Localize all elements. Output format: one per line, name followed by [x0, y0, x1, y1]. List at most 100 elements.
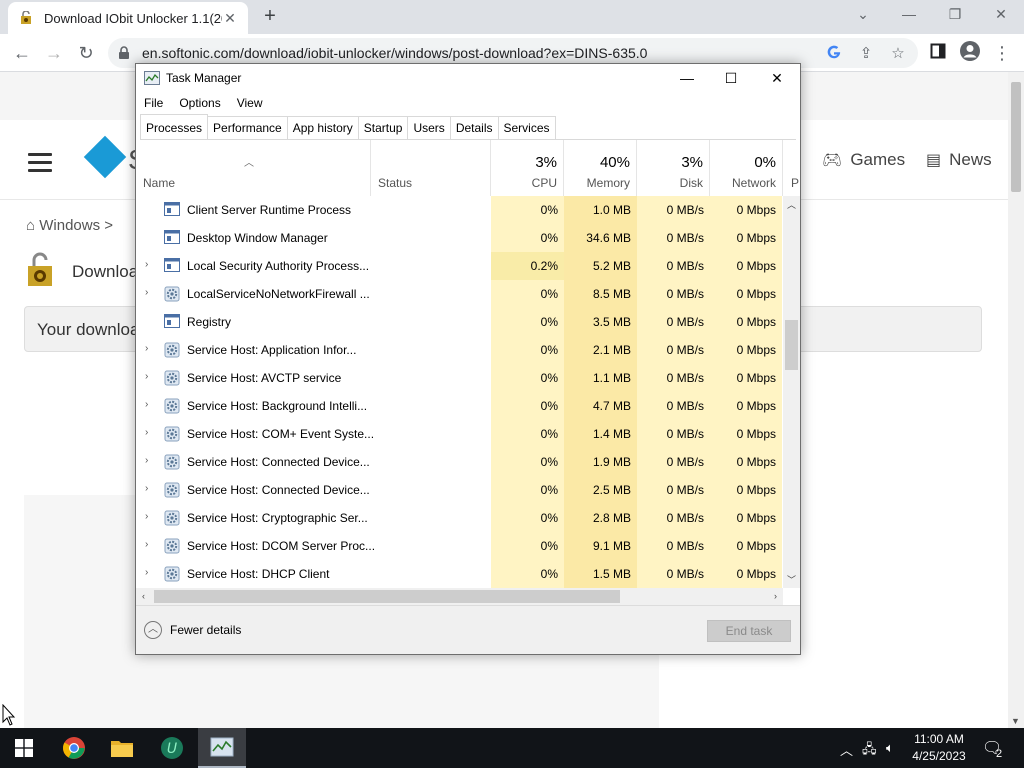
expand-chevron-icon[interactable]: › [145, 427, 148, 438]
home-icon[interactable]: ⌂ [26, 217, 35, 234]
softonic-logo-icon[interactable] [83, 135, 127, 179]
table-row[interactable]: › Service Host: COM+ Event Syste... 0% 1.4 … [136, 420, 782, 448]
col-name-header[interactable]: ︿ Name [136, 140, 371, 196]
scroll-down-icon[interactable]: ﹀ [787, 573, 796, 586]
forward-button[interactable]: → [40, 40, 68, 66]
taskbar-file-explorer[interactable] [98, 728, 146, 768]
taskbar-iobit-uninstaller[interactable]: U [148, 728, 196, 768]
process-cpu: 0% [491, 336, 564, 364]
menu-view[interactable]: View [229, 92, 271, 114]
browser-tab[interactable]: Download IObit Unlocker 1.1(20 ✕ [8, 2, 248, 34]
page-scrollbar-thumb[interactable] [1011, 82, 1021, 192]
tm-close-button[interactable]: ✕ [754, 64, 800, 92]
table-row[interactable]: › Service Host: Background Intelli... 0% 4.… [136, 392, 782, 420]
col-disk-header[interactable]: 3% Disk [637, 140, 710, 196]
start-button[interactable] [0, 728, 48, 768]
end-task-button[interactable]: End task [707, 620, 791, 642]
process-list-vscrollbar[interactable]: ︿ ﹀ [783, 196, 800, 588]
process-network: 0 Mbps [710, 476, 782, 504]
process-name: Service Host: Connected Device... [187, 455, 370, 469]
col-power-header[interactable]: P [783, 140, 800, 196]
table-row[interactable]: › Service Host: DCOM Server Proc... 0% 9.1 … [136, 532, 782, 560]
vscroll-thumb[interactable] [785, 320, 798, 370]
browser-minimize-button[interactable]: — [886, 0, 932, 30]
table-row[interactable]: Desktop Window Manager 0% 34.6 MB 0 MB/s 0 M… [136, 224, 782, 252]
col-cpu-header[interactable]: 3% CPU [491, 140, 564, 196]
tab-startup[interactable]: Startup [357, 116, 409, 139]
expand-chevron-icon[interactable]: › [145, 259, 148, 270]
taskbar-chrome[interactable] [50, 728, 98, 768]
tm-menubar: File Options View [136, 92, 271, 114]
expand-chevron-icon[interactable]: › [145, 399, 148, 410]
side-panel-icon[interactable] [924, 40, 952, 66]
tab-processes[interactable]: Processes [140, 114, 209, 139]
expand-chevron-icon[interactable]: › [145, 511, 148, 522]
expand-chevron-icon[interactable]: › [145, 287, 148, 298]
table-row[interactable]: › Service Host: Connected Device... 0% 1.9 … [136, 448, 782, 476]
fewer-details-button[interactable]: ︿ Fewer details [144, 621, 241, 639]
scroll-left-icon[interactable]: ‹ [142, 591, 145, 601]
profile-avatar-icon[interactable] [956, 40, 984, 66]
expand-chevron-icon[interactable]: › [145, 539, 148, 550]
tab-details[interactable]: Details [449, 116, 499, 139]
table-row[interactable]: Client Server Runtime Process 0% 1.0 MB 0 M… [136, 196, 782, 224]
table-row[interactable]: › Local Security Authority Process... 0.2%… [136, 252, 782, 280]
process-network: 0 Mbps [710, 308, 782, 336]
col-memory-header[interactable]: 40% Memory [564, 140, 637, 196]
tab-close-icon[interactable]: ✕ [222, 10, 238, 27]
share-icon[interactable]: ⇪ [856, 44, 876, 64]
scroll-right-icon[interactable]: › [774, 591, 777, 601]
back-button[interactable]: ← [8, 40, 36, 66]
tab-services[interactable]: Services [497, 116, 556, 139]
system-clock[interactable]: 11:00 AM 4/25/2023 [905, 731, 973, 765]
expand-chevron-icon[interactable]: › [145, 483, 148, 494]
table-row[interactable]: › Service Host: DHCP Client 0% 1.5 MB 0 MB/s… [136, 560, 782, 588]
breadcrumb-windows[interactable]: Windows > [39, 217, 113, 234]
table-row[interactable]: › Service Host: Application Infor... 0% 2.1… [136, 336, 782, 364]
expand-chevron-icon[interactable]: › [145, 371, 148, 382]
tab-app-history[interactable]: App history [286, 116, 359, 139]
volume-icon[interactable]: 🔈︎ [886, 740, 894, 756]
folder-icon [111, 741, 133, 757]
nav-news[interactable]: ▤ News [926, 150, 992, 170]
menu-file[interactable]: File [136, 92, 171, 114]
browser-close-button[interactable]: ✕ [978, 0, 1024, 30]
process-list-hscrollbar[interactable]: ‹ › [136, 588, 783, 605]
table-row[interactable]: › Service Host: Connected Device... 0% 2.5 … [136, 476, 782, 504]
chrome-menu-icon[interactable]: ⋮ [988, 40, 1016, 66]
taskbar-task-manager[interactable] [198, 728, 246, 768]
menu-options[interactable]: Options [171, 92, 228, 114]
google-lens-icon[interactable] [824, 44, 844, 64]
scroll-up-icon[interactable]: ︿ [787, 198, 796, 211]
col-network-header[interactable]: 0% Network [710, 140, 783, 196]
tab-search-icon[interactable]: ⌄ [840, 0, 886, 30]
browser-restore-button[interactable]: ❐ [932, 0, 978, 30]
expand-chevron-icon[interactable]: › [145, 343, 148, 354]
bookmark-star-icon[interactable]: ☆ [888, 44, 908, 64]
network-icon[interactable]: 🖧︎ [862, 740, 877, 762]
process-cpu: 0% [491, 476, 564, 504]
hamburger-menu-icon[interactable] [28, 153, 52, 177]
expand-chevron-icon[interactable]: › [145, 567, 148, 578]
table-row[interactable]: › LocalServiceNoNetworkFirewall ... 0% 8.5 … [136, 280, 782, 308]
clock-time: 11:00 AM [914, 732, 964, 746]
show-hidden-icons[interactable]: ︿ [840, 740, 853, 759]
service-gear-icon [164, 426, 180, 442]
hscroll-thumb[interactable] [154, 590, 620, 603]
nav-games[interactable]: 🎮︎ Games [822, 150, 905, 170]
task-manager-titlebar[interactable]: Task Manager — ☐ ✕ [136, 64, 800, 92]
new-tab-button[interactable]: + [258, 6, 282, 28]
reload-button[interactable]: ↻ [72, 40, 100, 66]
table-row[interactable]: › Service Host: AVCTP service 0% 1.1 MB 0 MB… [136, 364, 782, 392]
col-status-header[interactable]: Status [371, 140, 491, 196]
tab-users[interactable]: Users [407, 116, 451, 139]
tab-performance[interactable]: Performance [207, 116, 288, 139]
table-row[interactable]: Registry 0% 3.5 MB 0 MB/s 0 Mbps [136, 308, 782, 336]
table-row[interactable]: › Service Host: Cryptographic Ser... 0% 2.8… [136, 504, 782, 532]
page-scrollbar[interactable]: ▼ [1008, 72, 1024, 728]
tm-maximize-button[interactable]: ☐ [708, 64, 754, 92]
expand-chevron-icon[interactable]: › [145, 455, 148, 466]
page-scroll-down-icon[interactable]: ▼ [1011, 716, 1020, 726]
col-power-label: P [791, 176, 800, 190]
tm-minimize-button[interactable]: — [664, 64, 710, 92]
